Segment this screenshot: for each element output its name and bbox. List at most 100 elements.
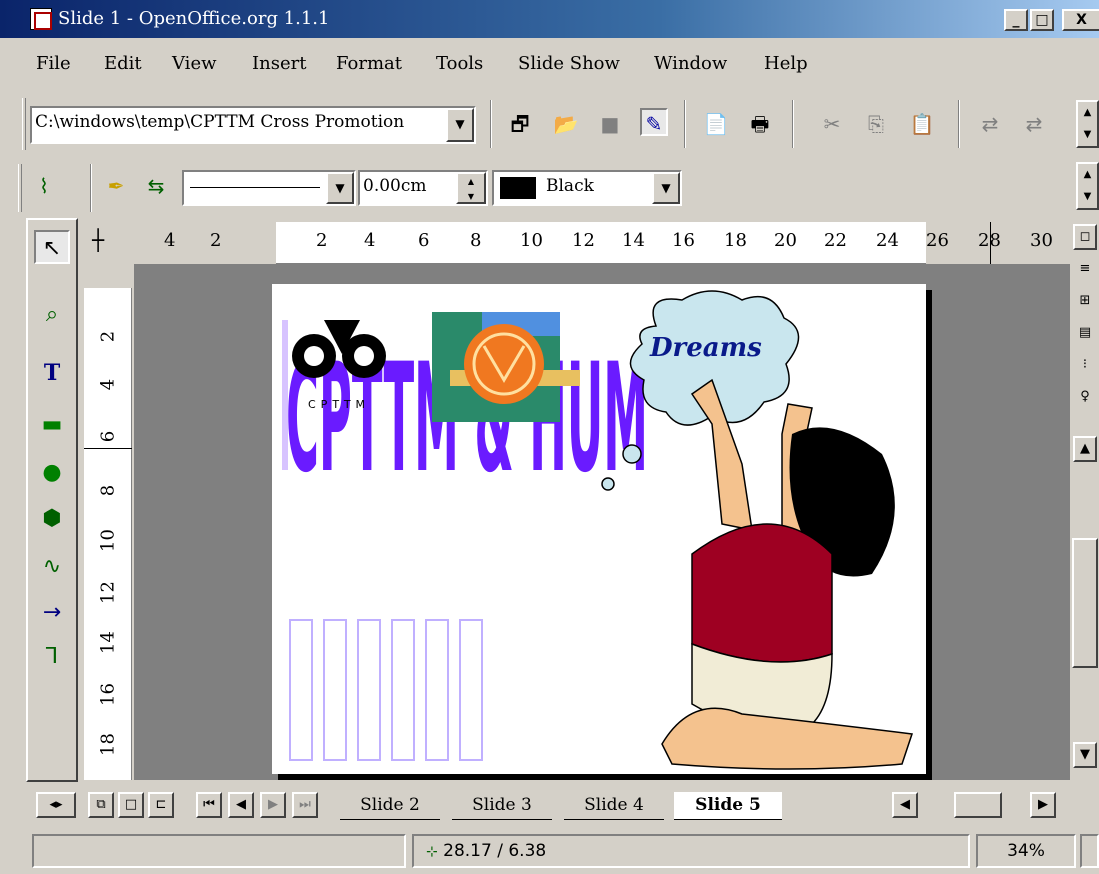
- previous-slide-icon[interactable]: ◀: [228, 792, 254, 818]
- ruler-margin: [84, 222, 276, 264]
- tab-slide-5[interactable]: Slide 5: [674, 792, 782, 820]
- print-icon[interactable]: 🖶: [746, 110, 774, 138]
- ruler-tick: 10: [97, 529, 119, 552]
- toolbar-handle[interactable]: [22, 98, 26, 150]
- arrow-style-icon[interactable]: ⇆: [142, 172, 170, 200]
- logo-text: CPTTM: [308, 398, 370, 411]
- points-edit-icon[interactable]: ⌇: [30, 172, 58, 200]
- scroll-left-icon[interactable]: ◀: [892, 792, 918, 818]
- menu-insert[interactable]: Insert: [252, 53, 306, 74]
- position-value: 28.17 / 6.38: [443, 841, 547, 861]
- menu-edit[interactable]: Edit: [104, 53, 142, 74]
- toolbar-overflow-button[interactable]: ▲ ▼: [1076, 100, 1099, 148]
- tab-slide-3[interactable]: Slide 3: [452, 792, 552, 820]
- stop-icon[interactable]: ■: [596, 110, 624, 138]
- connector-icon[interactable]: ⅂: [34, 640, 70, 674]
- select-arrow-icon[interactable]: ↖: [34, 230, 70, 264]
- line-arrow-icon[interactable]: →: [34, 596, 70, 630]
- tab-slide-4[interactable]: Slide 4: [564, 792, 664, 820]
- curve-tool-icon[interactable]: ∿: [34, 550, 70, 584]
- status-extra-field: [1080, 834, 1099, 868]
- slide-show-icon[interactable]: ♀: [1073, 386, 1097, 412]
- toolbar-overflow-button[interactable]: ▲ ▼: [1076, 162, 1099, 210]
- menu-format[interactable]: Format: [336, 53, 402, 74]
- minimize-button[interactable]: _: [1004, 9, 1028, 31]
- layer-view-button[interactable]: ⊏: [148, 792, 174, 818]
- line-color-combo[interactable]: Black ▼: [492, 170, 682, 206]
- last-slide-icon[interactable]: ⏭: [292, 792, 318, 818]
- chevron-down-icon[interactable]: ▼: [446, 108, 474, 142]
- text-tool-icon[interactable]: T: [34, 356, 70, 390]
- rectangle-tool-icon[interactable]: ▬: [34, 408, 70, 442]
- cut-icon[interactable]: ✂: [818, 110, 846, 138]
- scroll-down-icon[interactable]: ▼: [1073, 742, 1097, 768]
- ellipse-tool-icon[interactable]: ●: [34, 456, 70, 490]
- ruler-tick: 4: [164, 230, 176, 251]
- zoom-value: 34%: [1007, 841, 1045, 861]
- scroll-right-icon[interactable]: ▶: [1030, 792, 1056, 818]
- drawing-view-button[interactable]: ⧉: [88, 792, 114, 818]
- view-slides-icon[interactable]: ⊞: [1073, 290, 1097, 316]
- ruler-tick: 2: [210, 230, 222, 251]
- slide-workspace[interactable]: CPTTM & HUM CPTTM: [134, 264, 1070, 780]
- chevron-down-icon[interactable]: ▼: [652, 172, 680, 204]
- line-pen-icon[interactable]: ✒: [102, 172, 130, 200]
- vertical-scroll-thumb[interactable]: [1072, 538, 1098, 668]
- view-handout-icon[interactable]: ⁝: [1073, 354, 1097, 380]
- toolbar-separator: [792, 100, 794, 148]
- function-toolbar: C:\windows\temp\CPTTM Cross Promotion ▼ …: [0, 92, 1099, 156]
- hum-emblem: [432, 312, 580, 422]
- spinner-arrows-icon[interactable]: ▲ ▼: [456, 172, 486, 204]
- edit-file-icon[interactable]: 🗗: [506, 110, 534, 138]
- tab-slide-2[interactable]: Slide 2: [340, 792, 440, 820]
- view-drawing-icon[interactable]: ◻: [1073, 224, 1097, 250]
- scroll-up-icon[interactable]: ▲: [1073, 436, 1097, 462]
- menu-tools[interactable]: Tools: [436, 53, 483, 74]
- view-outline-icon[interactable]: ≡: [1073, 258, 1097, 284]
- horizontal-scroll-thumb[interactable]: [954, 792, 1002, 818]
- slide-canvas[interactable]: CPTTM & HUM CPTTM: [272, 284, 926, 774]
- close-button[interactable]: X: [1062, 9, 1099, 31]
- bubble-text: Dreams: [649, 333, 762, 363]
- menu-bar: File Edit View Insert Format Tools Slide…: [0, 38, 1099, 88]
- open-folder-icon[interactable]: 📂: [552, 110, 580, 138]
- zoom-icon[interactable]: ⌕: [34, 298, 70, 332]
- tab-scroll-icon[interactable]: ◂▸: [36, 792, 76, 818]
- right-sidebar: ◻ ≡ ⊞ ▤ ⁝ ♀ ▲ ▼: [1072, 218, 1099, 782]
- impress-app-icon[interactable]: [30, 8, 52, 30]
- undo-icon[interactable]: ⇄: [976, 110, 1004, 138]
- menu-help[interactable]: Help: [764, 53, 808, 74]
- copy-icon[interactable]: ⎘: [862, 110, 890, 138]
- ruler-tick: 14: [97, 631, 119, 654]
- first-slide-icon[interactable]: ⏮: [196, 792, 222, 818]
- chevron-down-icon[interactable]: ▼: [326, 172, 354, 204]
- menu-file[interactable]: File: [36, 53, 71, 74]
- edit-mode-icon[interactable]: ✎: [640, 108, 668, 136]
- ruler-tick: 10: [520, 230, 543, 251]
- line-color-value: Black: [546, 176, 594, 196]
- maximize-button[interactable]: □: [1030, 9, 1054, 31]
- toolbar-handle[interactable]: [18, 164, 22, 212]
- next-slide-icon[interactable]: ▶: [260, 792, 286, 818]
- ruler-tick: 4: [97, 378, 119, 391]
- line-style-preview: [190, 187, 320, 188]
- document-path-combo[interactable]: C:\windows\temp\CPTTM Cross Promotion ▼: [30, 106, 476, 144]
- line-style-combo[interactable]: ▼: [182, 170, 356, 206]
- ruler-tick: 8: [470, 230, 482, 251]
- master-view-button[interactable]: □: [118, 792, 144, 818]
- menu-view[interactable]: View: [172, 53, 217, 74]
- menu-window[interactable]: Window: [654, 53, 727, 74]
- paste-icon[interactable]: 📋: [908, 110, 936, 138]
- banner-stripes: [282, 320, 288, 470]
- zoom-field[interactable]: 34%: [976, 834, 1076, 868]
- tab-stop-icon[interactable]: ┼: [92, 228, 104, 252]
- title-bar: Slide 1 - OpenOffice.org 1.1.1 _ □ X: [0, 0, 1099, 38]
- 3d-object-icon[interactable]: ⬢: [34, 502, 70, 536]
- ruler-tick: 2: [97, 330, 119, 343]
- line-width-spinner[interactable]: 0.00cm ▲ ▼: [358, 170, 488, 206]
- ruler-tick: 8: [97, 484, 119, 497]
- menu-slide-show[interactable]: Slide Show: [518, 53, 620, 74]
- export-pdf-icon[interactable]: 📄: [702, 110, 730, 138]
- redo-icon[interactable]: ⇄: [1020, 110, 1048, 138]
- view-notes-icon[interactable]: ▤: [1073, 322, 1097, 348]
